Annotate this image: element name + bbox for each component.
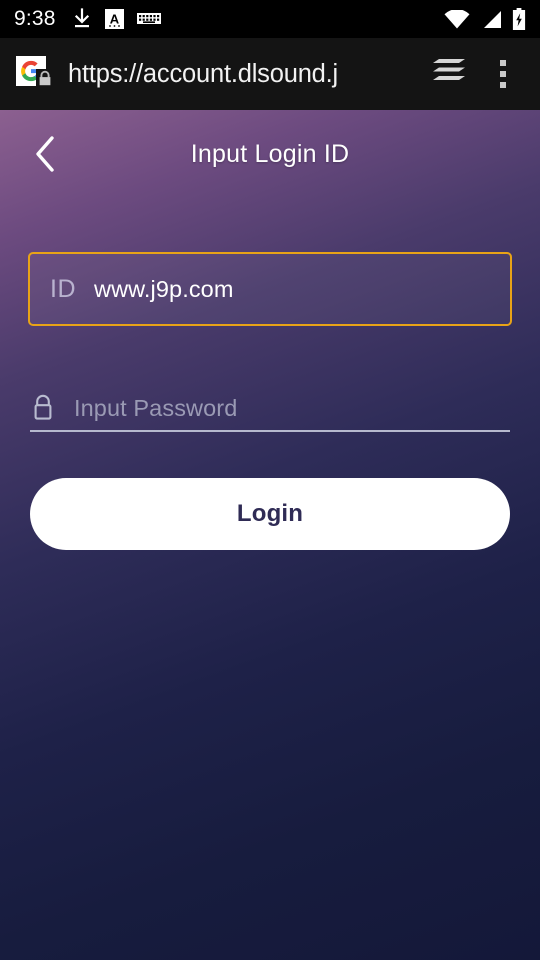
menu-dot: [500, 60, 506, 66]
password-placeholder: Input Password: [74, 394, 238, 421]
phone-screen: 9:38 A https://account.dlsound.j Input L…: [0, 0, 540, 960]
cellular-signal-icon: [480, 10, 502, 29]
svg-text:A: A: [109, 12, 119, 27]
login-page: Input Login ID ID www.j9p.com Input Pass…: [0, 110, 540, 960]
page-title: Input Login ID: [190, 139, 350, 168]
download-icon: [72, 8, 92, 30]
battery-charging-icon: [512, 8, 526, 30]
login-button[interactable]: Login: [30, 478, 510, 550]
status-bar-clock: 9:38: [14, 7, 56, 30]
password-input[interactable]: Input Password: [30, 372, 510, 444]
login-id-value: www.j9p.com: [94, 275, 234, 302]
lock-badge-icon: [36, 69, 54, 92]
login-id-label: ID: [50, 274, 76, 303]
status-bar-right-icons: [444, 8, 526, 30]
menu-dot: [500, 82, 506, 88]
status-bar-left-icons: A: [72, 8, 161, 30]
address-bar-url[interactable]: https://account.dlsound.j: [68, 60, 426, 89]
keyboard-icon: [136, 11, 161, 27]
wifi-icon: [444, 9, 470, 29]
login-button-label: Login: [236, 500, 304, 527]
menu-dot: [500, 71, 506, 77]
site-identity[interactable]: [14, 56, 54, 92]
overflow-menu-icon[interactable]: [480, 60, 526, 88]
login-id-input[interactable]: ID www.j9p.com: [28, 252, 512, 326]
lock-icon: [30, 392, 74, 424]
password-underline: [30, 430, 510, 432]
app-bar: Input Login ID: [0, 110, 540, 198]
status-bar: 9:38 A: [0, 0, 540, 38]
browser-toolbar: https://account.dlsound.j: [0, 38, 540, 110]
tab-stack-icon[interactable]: [426, 58, 472, 90]
back-chevron-icon[interactable]: [22, 130, 70, 178]
letter-a-box-icon: A: [104, 8, 124, 30]
